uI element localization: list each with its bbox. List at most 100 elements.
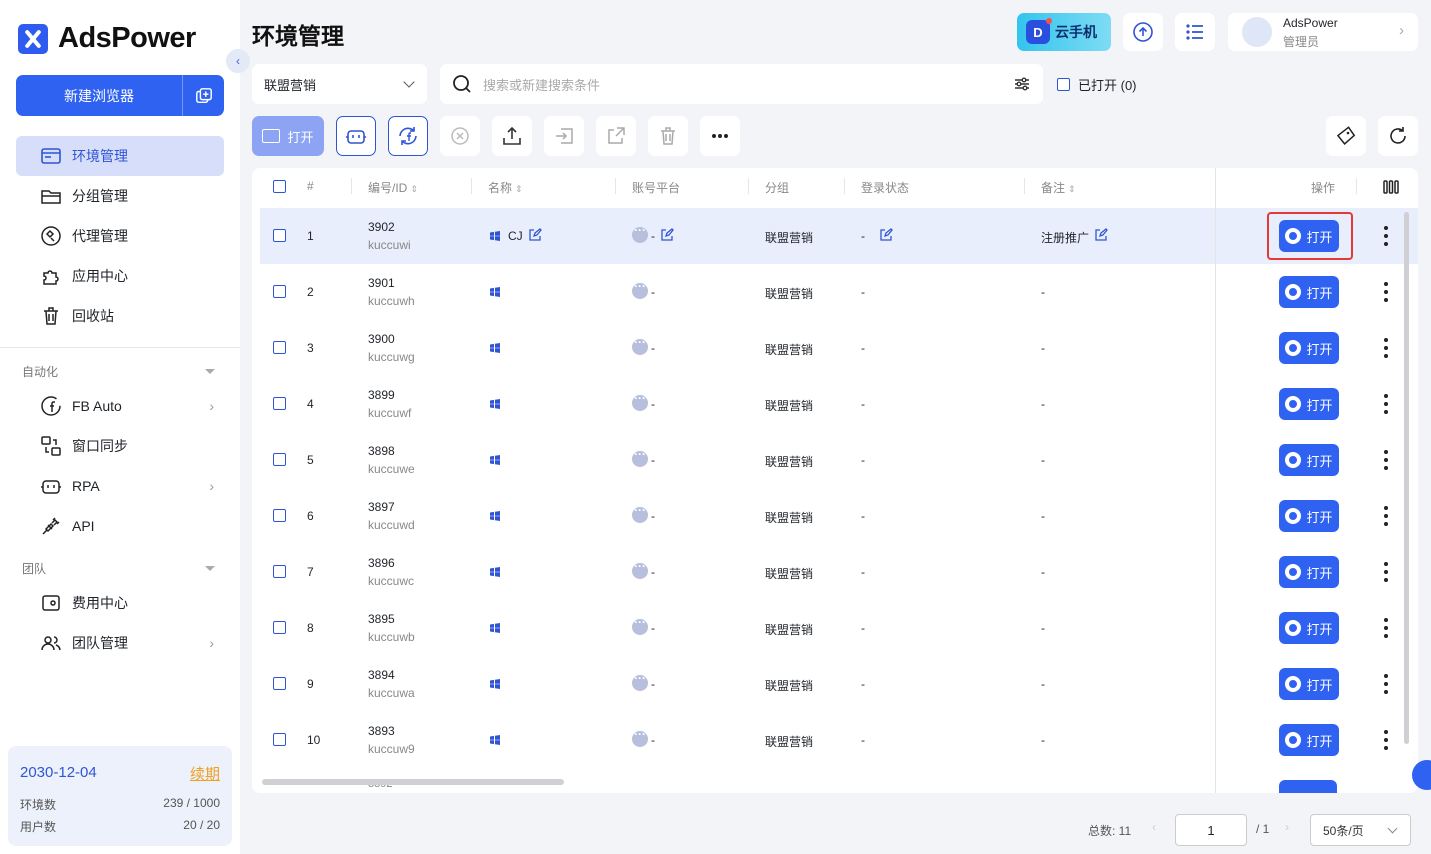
table-row[interactable]: 8 3895 kuccuwb - 联盟营销 - - 打开	[260, 600, 1418, 656]
sidebar-item-window-sync[interactable]: 窗口同步	[16, 426, 224, 466]
page-input[interactable]: 1	[1175, 814, 1247, 846]
row-checkbox[interactable]	[273, 733, 286, 746]
table-row[interactable]: 10 3893 kuccuw9 - 联盟营销 - - 打开	[260, 712, 1418, 768]
export-button[interactable]	[492, 116, 532, 156]
checkbox[interactable]	[1057, 78, 1070, 91]
sidebar-item-team[interactable]: 团队管理 ›	[16, 623, 224, 663]
open-browser-button[interactable]: 打开	[1279, 444, 1339, 476]
sidebar-collapse-button[interactable]: ‹	[226, 49, 250, 73]
sidebar-item-app-center[interactable]: 应用中心	[16, 256, 224, 296]
close-browser-button[interactable]	[440, 116, 480, 156]
open-browser-button[interactable]: 打开	[1279, 724, 1339, 756]
account-menu[interactable]: AdsPower 管理员 ›	[1228, 13, 1418, 51]
refresh-button[interactable]	[1378, 116, 1418, 156]
row-index: 5	[307, 453, 314, 467]
new-browser-button[interactable]: 新建浏览器	[16, 75, 183, 116]
users-usage-value: 20 / 20	[183, 818, 220, 832]
row-index: 2	[307, 285, 314, 299]
section-collapse-caret-icon[interactable]	[205, 369, 215, 374]
table-row[interactable]: 4 3899 kuccuwf - 联盟营销 - - 打开	[260, 376, 1418, 432]
tag-button[interactable]	[1326, 116, 1366, 156]
sidebar-item-groups[interactable]: 分组管理	[16, 176, 224, 216]
row-more-icon[interactable]	[1384, 506, 1388, 526]
cloud-phone-button[interactable]: D 云手机	[1017, 13, 1111, 51]
row-checkbox[interactable]	[273, 509, 286, 522]
row-more-icon[interactable]	[1384, 226, 1388, 246]
row-checkbox[interactable]	[273, 621, 286, 634]
row-checkbox[interactable]	[273, 677, 286, 690]
prev-page-icon[interactable]: ‹	[1152, 820, 1156, 834]
row-group: 联盟营销	[765, 511, 814, 525]
section-collapse-caret-icon[interactable]	[205, 566, 215, 571]
table-row[interactable]: 2 3901 kuccuwh - 联盟营销 - - 打开	[260, 264, 1418, 320]
sidebar-item-fb-auto[interactable]: FB Auto ›	[16, 386, 224, 426]
row-more-icon[interactable]	[1384, 394, 1388, 414]
next-page-icon[interactable]: ›	[1285, 820, 1289, 834]
row-more-icon[interactable]	[1384, 674, 1388, 694]
row-more-icon[interactable]	[1384, 730, 1388, 750]
table-row[interactable]: 9 3894 kuccuwa - 联盟营销 - - 打开	[260, 656, 1418, 712]
batch-open-button[interactable]: 打开	[252, 116, 324, 156]
row-checkbox[interactable]	[273, 229, 286, 242]
open-browser-button[interactable]: 打开	[1279, 668, 1339, 700]
group-select[interactable]: 联盟营销	[252, 64, 427, 104]
col-note[interactable]: 备注 ⇕	[1041, 179, 1076, 196]
table-row[interactable]: 6 3897 kuccuwd - 联盟营销 - - 打开	[260, 488, 1418, 544]
filter-settings-icon[interactable]	[1013, 75, 1031, 93]
vertical-scrollbar[interactable]	[1404, 212, 1409, 744]
renew-link[interactable]: 续期	[190, 763, 220, 784]
search-input[interactable]: 搜索或新建搜索条件	[440, 64, 1043, 104]
open-browser-button[interactable]: 打开	[1279, 556, 1339, 588]
quick-create-button[interactable]	[183, 75, 224, 116]
table-row[interactable]: 13902kuccuwiCJ-联盟营销-注册推广打开	[260, 208, 1418, 264]
app-logo[interactable]: AdsPower	[18, 22, 196, 55]
sidebar-item-profiles[interactable]: 环境管理	[16, 136, 224, 176]
table-row[interactable]: 7 3896 kuccuwc - 联盟营销 - - 打开	[260, 544, 1418, 600]
update-button[interactable]	[1123, 13, 1163, 51]
row-more-icon[interactable]	[1384, 562, 1388, 582]
row-checkbox[interactable]	[273, 285, 286, 298]
row-checkbox[interactable]	[273, 565, 286, 578]
open-browser-button[interactable]: 打开	[1279, 388, 1339, 420]
row-index: 8	[307, 621, 314, 635]
sidebar-item-billing[interactable]: 费用中心	[16, 583, 224, 623]
edit-note-icon[interactable]	[1094, 228, 1108, 242]
table-row[interactable]: 5 3898 kuccuwe - 联盟营销 - - 打开	[260, 432, 1418, 488]
fb-sync-button[interactable]	[388, 116, 428, 156]
sidebar-item-proxies[interactable]: 代理管理	[16, 216, 224, 256]
share-button[interactable]	[596, 116, 636, 156]
edit-platform-icon[interactable]	[660, 228, 674, 242]
row-checkbox[interactable]	[273, 341, 286, 354]
opened-only-checkbox[interactable]: 已打开 (0)	[1057, 75, 1137, 94]
row-more-icon[interactable]	[1384, 450, 1388, 470]
page-size-select[interactable]: 50条/页	[1310, 814, 1411, 846]
open-browser-button[interactable]: 打开	[1279, 612, 1339, 644]
row-checkbox[interactable]	[273, 397, 286, 410]
row-more-icon[interactable]	[1384, 618, 1388, 638]
row-profile-id: 3896	[368, 556, 395, 570]
horizontal-scrollbar[interactable]	[262, 779, 564, 785]
edit-login-icon[interactable]	[879, 228, 893, 242]
column-settings-icon[interactable]	[1383, 180, 1399, 194]
sidebar-item-rpa[interactable]: RPA ›	[16, 466, 224, 506]
col-id[interactable]: 编号/ID ⇕	[368, 179, 418, 196]
table-row[interactable]: 3 3900 kuccuwg - 联盟营销 - - 打开	[260, 320, 1418, 376]
more-actions-button[interactable]	[700, 116, 740, 156]
edit-name-icon[interactable]	[528, 228, 542, 242]
row-profile-user: kuccuwi	[368, 238, 411, 252]
sidebar-item-api[interactable]: API	[16, 506, 224, 546]
partial-row-open-button[interactable]	[1279, 780, 1337, 793]
task-list-button[interactable]	[1175, 13, 1215, 51]
row-more-icon[interactable]	[1384, 282, 1388, 302]
sidebar-item-recycle-bin[interactable]: 回收站	[16, 296, 224, 336]
select-all-checkbox[interactable]	[273, 180, 286, 193]
move-to-group-button[interactable]	[544, 116, 584, 156]
col-name[interactable]: 名称 ⇕	[488, 179, 523, 196]
row-more-icon[interactable]	[1384, 338, 1388, 358]
rpa-button[interactable]	[336, 116, 376, 156]
open-browser-button[interactable]: 打开	[1279, 276, 1339, 308]
open-browser-button[interactable]: 打开	[1279, 500, 1339, 532]
delete-button[interactable]	[648, 116, 688, 156]
row-checkbox[interactable]	[273, 453, 286, 466]
open-browser-button[interactable]: 打开	[1279, 332, 1339, 364]
